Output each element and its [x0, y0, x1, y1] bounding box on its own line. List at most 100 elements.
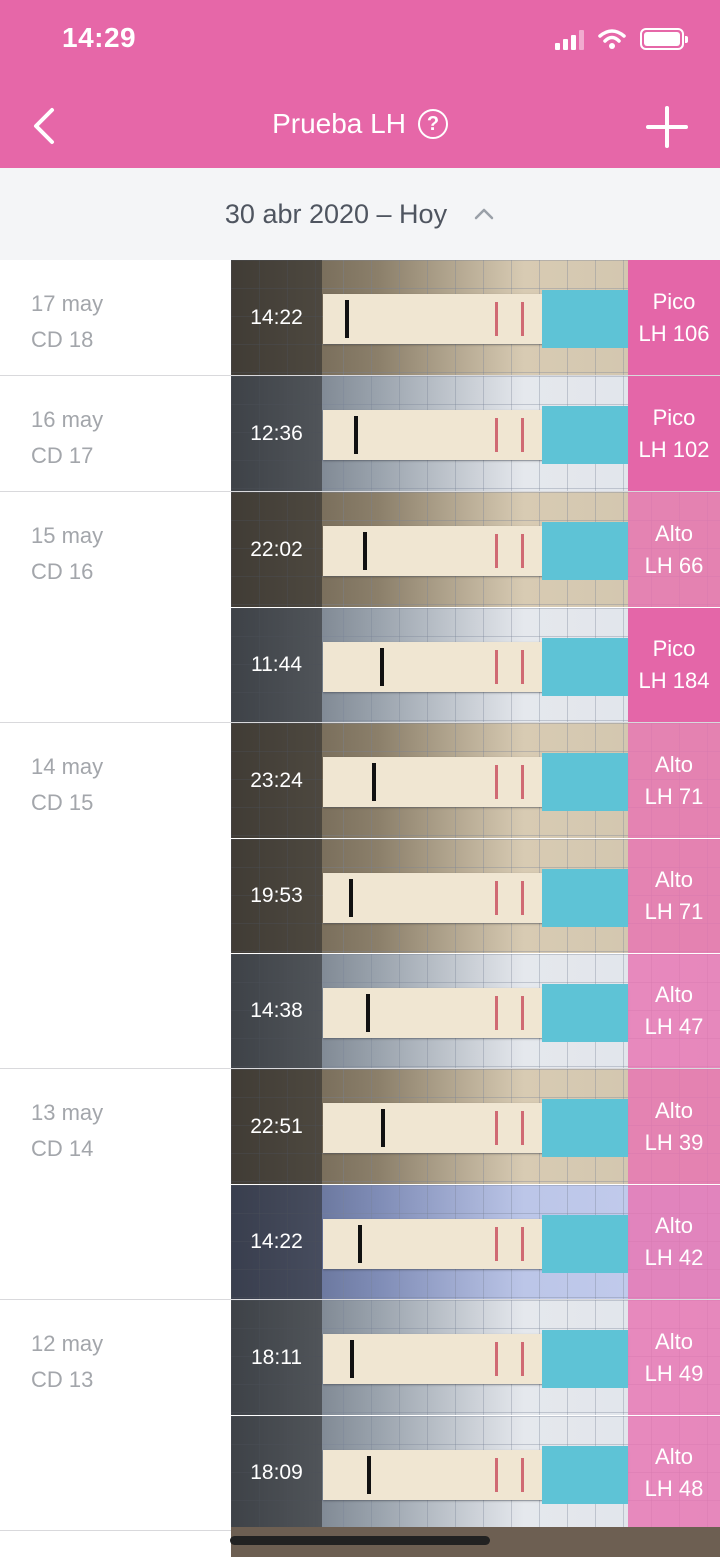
add-button[interactable] [644, 104, 690, 150]
result-level: Pico [652, 404, 696, 430]
home-indicator[interactable] [230, 1536, 490, 1545]
test-history-list: 17 may CD 18 14:22 Pico LH 106 16 may CD 17 12:… [0, 260, 720, 1531]
cycle-day: CD 15 [31, 790, 94, 815]
date-range-selector[interactable]: 30 abr 2020 – Hoy [0, 168, 720, 260]
result-value: LH 48 [644, 1476, 704, 1501]
day-group: 17 may CD 18 14:22 Pico LH 106 [0, 260, 720, 376]
day-group: 15 may CD 16 22:02 Alto LH 66 11:44 Pico LH 184 [0, 492, 720, 723]
day-date: 13 may [31, 1100, 104, 1125]
day-label: 17 may CD 18 [0, 260, 231, 358]
result-badge: Alto LH 66 [628, 492, 720, 607]
result-level: Alto [655, 982, 693, 1007]
test-entry[interactable]: 18:11 Alto LH 49 [231, 1300, 720, 1415]
day-label: 13 may CD 14 [0, 1069, 231, 1167]
day-date: 16 may [31, 407, 104, 432]
cycle-day: CD 13 [31, 1367, 94, 1392]
day-label: 15 may CD 16 [0, 492, 231, 590]
test-entry[interactable]: 19:53 Alto LH 71 [231, 838, 720, 953]
result-badge: Pico LH 106 [628, 260, 720, 375]
result-badge: Alto LH 71 [628, 723, 720, 838]
result-level: Alto [655, 1444, 693, 1469]
result-value: LH 102 [638, 436, 710, 462]
result-level: Alto [655, 520, 693, 546]
test-time: 18:09 [231, 1416, 322, 1530]
test-strip [323, 290, 628, 348]
result-level: Alto [655, 751, 693, 777]
test-entry[interactable]: 12:36 Pico LH 102 [231, 376, 720, 491]
result-badge: Pico LH 102 [628, 376, 720, 491]
test-strip [323, 638, 628, 696]
result-value: LH 71 [644, 899, 704, 924]
result-level: Pico [652, 288, 696, 314]
test-time: 11:44 [231, 608, 322, 722]
result-value: LH 42 [644, 1245, 704, 1270]
day-label: 12 may CD 13 [0, 1300, 231, 1398]
day-group: 14 may CD 15 23:24 Alto LH 71 19:53 Alto LH 71 1… [0, 723, 720, 1069]
result-value: LH 106 [638, 320, 710, 346]
cell-signal-icon [555, 30, 584, 50]
result-level: Alto [655, 867, 693, 892]
result-level: Alto [655, 1097, 693, 1123]
status-time: 14:29 [62, 22, 137, 53]
status-icons [555, 28, 688, 50]
test-entry[interactable]: 22:02 Alto LH 66 [231, 492, 720, 607]
test-time: 23:24 [231, 723, 322, 838]
day-group: 12 may CD 13 18:11 Alto LH 49 18:09 Alto LH 48 [0, 1300, 720, 1531]
cycle-day: CD 17 [31, 443, 94, 468]
test-strip [323, 1330, 628, 1388]
result-value: LH 184 [638, 668, 710, 693]
test-time: 14:22 [231, 1185, 322, 1299]
day-group: 16 may CD 17 12:36 Pico LH 102 [0, 376, 720, 492]
wifi-icon [598, 29, 626, 49]
test-time: 22:02 [231, 492, 322, 607]
test-strip [323, 753, 628, 811]
result-badge: Alto LH 49 [628, 1300, 720, 1415]
test-strip [323, 522, 628, 580]
test-strip [323, 1099, 628, 1157]
result-badge: Pico LH 184 [628, 608, 720, 722]
test-strip [323, 869, 628, 927]
test-entry[interactable]: 11:44 Pico LH 184 [231, 607, 720, 722]
result-badge: Alto LH 48 [628, 1416, 720, 1530]
date-range-label: 30 abr 2020 – Hoy [224, 198, 448, 229]
result-value: LH 71 [644, 783, 704, 809]
page-title: Prueba LH [272, 108, 406, 139]
test-entry[interactable]: 14:38 Alto LH 47 [231, 953, 720, 1068]
result-badge: Alto LH 47 [628, 954, 720, 1068]
result-level: Pico [652, 636, 696, 661]
day-date: 15 may [31, 523, 104, 548]
day-date: 17 may [31, 291, 104, 316]
battery-icon [640, 28, 688, 50]
app-header: 14:29 Prueba LH ? [0, 0, 720, 168]
day-label: 16 may CD 17 [0, 376, 231, 474]
result-value: LH 66 [644, 552, 704, 578]
test-entry[interactable]: 14:22 Alto LH 42 [231, 1184, 720, 1299]
result-level: Alto [655, 1328, 693, 1354]
result-value: LH 49 [644, 1360, 704, 1386]
test-time: 14:38 [231, 954, 322, 1068]
result-level: Alto [655, 1213, 693, 1238]
help-icon[interactable]: ? [417, 109, 448, 139]
test-entry[interactable]: 23:24 Alto LH 71 [231, 723, 720, 838]
day-date: 14 may [31, 754, 104, 779]
test-time: 18:11 [231, 1300, 322, 1415]
cycle-day: CD 14 [31, 1136, 94, 1161]
cycle-day: CD 18 [31, 327, 94, 352]
test-time: 19:53 [231, 839, 322, 953]
test-time: 12:36 [231, 376, 322, 491]
cycle-day: CD 16 [31, 559, 94, 584]
test-entry[interactable]: 14:22 Pico LH 106 [231, 260, 720, 375]
test-entry[interactable]: 18:09 Alto LH 48 [231, 1415, 720, 1530]
test-strip [323, 984, 628, 1042]
title-group: Prueba LH ? [0, 108, 720, 140]
test-strip [323, 1446, 628, 1504]
test-time: 22:51 [231, 1069, 322, 1184]
result-value: LH 47 [644, 1014, 704, 1039]
result-badge: Alto LH 42 [628, 1185, 720, 1299]
result-badge: Alto LH 39 [628, 1069, 720, 1184]
test-strip [323, 406, 628, 464]
test-entry[interactable]: 22:51 Alto LH 39 [231, 1069, 720, 1184]
test-strip [323, 1215, 628, 1273]
test-time: 14:22 [231, 260, 322, 375]
result-badge: Alto LH 71 [628, 839, 720, 953]
